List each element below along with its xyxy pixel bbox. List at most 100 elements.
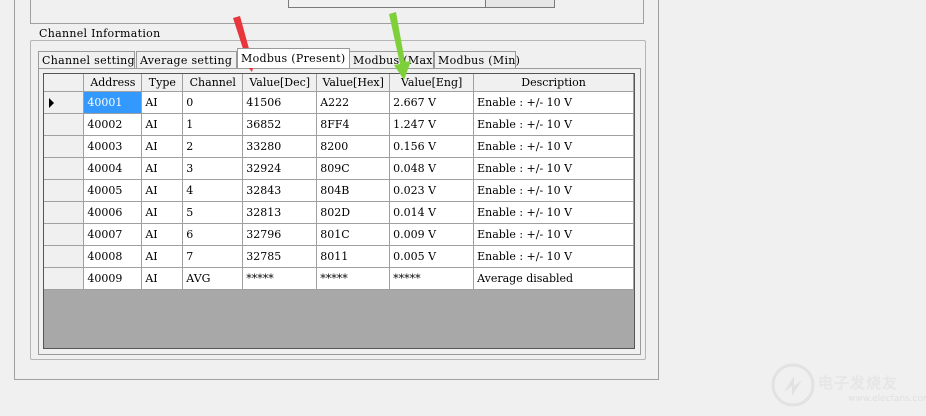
cell-type[interactable]: AI	[141, 113, 184, 136]
cell-value-hex[interactable]: 804B	[316, 179, 391, 202]
cell-type[interactable]: AI	[141, 245, 184, 268]
cell-value-dec[interactable]: *****	[242, 267, 318, 290]
cell-value-eng[interactable]: 0.156 V	[389, 135, 475, 158]
column-header-description[interactable]: Description	[473, 74, 634, 92]
cell-description[interactable]: Average disabled	[473, 267, 634, 290]
cell-value-hex[interactable]: A222	[316, 91, 391, 114]
modbus-data-grid[interactable]: Address Type Channel Value[Dec] Value[He…	[43, 73, 635, 349]
watermark-text: 电子发烧友	[818, 374, 899, 392]
table-row[interactable]: 40006 AI 5 32813 802D 0.014 V Enable : +/- 10 …	[44, 201, 634, 224]
cell-value-dec[interactable]: 36852	[242, 113, 318, 136]
cell-type[interactable]: AI	[141, 223, 184, 246]
cell-value-hex[interactable]: 8FF4	[316, 113, 391, 136]
row-header[interactable]	[44, 113, 85, 136]
cell-value-hex[interactable]: 809C	[316, 157, 391, 180]
table-row[interactable]: 40009 AI AVG ***** ***** ***** Average disable…	[44, 267, 634, 290]
row-header[interactable]	[44, 157, 85, 180]
cell-description[interactable]: Enable : +/- 10 V	[473, 245, 634, 268]
row-header[interactable]	[44, 201, 85, 224]
cell-channel[interactable]: AVG	[182, 267, 244, 290]
table-row[interactable]: 40008 AI 7 32785 8011 0.005 V Enable : +/- 10 …	[44, 245, 634, 268]
cell-value-dec[interactable]: 32924	[242, 157, 318, 180]
cell-address[interactable]: 40003	[83, 135, 143, 158]
tab-average-setting[interactable]: Average setting	[136, 51, 237, 68]
cell-type[interactable]: AI	[141, 91, 184, 114]
cell-channel[interactable]: 0	[182, 91, 244, 114]
cell-channel[interactable]: 6	[182, 223, 244, 246]
column-header-value-hex[interactable]: Value[Hex]	[316, 74, 391, 92]
cell-channel[interactable]: 5	[182, 201, 244, 224]
cell-description[interactable]: Enable : +/- 10 V	[473, 113, 634, 136]
cell-description[interactable]: Enable : +/- 10 V	[473, 135, 634, 158]
cell-address[interactable]: 40008	[83, 245, 143, 268]
cell-value-hex[interactable]: 802D	[316, 201, 391, 224]
row-header[interactable]	[44, 223, 85, 246]
cell-type[interactable]: AI	[141, 157, 184, 180]
table-row[interactable]: 40004 AI 3 32924 809C 0.048 V Enable : +/- 10 …	[44, 157, 634, 180]
cell-value-dec[interactable]: 33280	[242, 135, 318, 158]
table-row[interactable]: 40002 AI 1 36852 8FF4 1.247 V Enable : +/- 10 …	[44, 113, 634, 136]
cell-address[interactable]: 40009	[83, 267, 143, 290]
cell-address[interactable]: 40007	[83, 223, 143, 246]
green-annotation-arrow	[389, 12, 411, 80]
cell-value-dec[interactable]: 32813	[242, 201, 318, 224]
cell-address[interactable]: 40006	[83, 201, 143, 224]
cell-value-dec[interactable]: 41506	[242, 91, 318, 114]
cell-value-hex[interactable]: 8200	[316, 135, 391, 158]
cell-value-eng[interactable]: 0.048 V	[389, 157, 475, 180]
cell-value-eng[interactable]: 0.005 V	[389, 245, 475, 268]
cell-channel[interactable]: 1	[182, 113, 244, 136]
column-header-channel[interactable]: Channel	[182, 74, 244, 92]
row-header[interactable]	[44, 267, 85, 290]
column-header-type[interactable]: Type	[141, 74, 184, 92]
cell-value-eng[interactable]: 1.247 V	[389, 113, 475, 136]
cell-type[interactable]: AI	[141, 201, 184, 224]
table-row[interactable]: 40003 AI 2 33280 8200 0.156 V Enable : +/- 10 …	[44, 135, 634, 158]
cell-address[interactable]: 40004	[83, 157, 143, 180]
cell-type[interactable]: AI	[141, 179, 184, 202]
row-header[interactable]	[44, 135, 85, 158]
cell-address[interactable]: 40005	[83, 179, 143, 202]
top-button[interactable]	[485, 0, 555, 8]
cell-channel[interactable]: 3	[182, 157, 244, 180]
cell-description[interactable]: Enable : +/- 10 V	[473, 223, 634, 246]
cell-description[interactable]: Enable : +/- 10 V	[473, 91, 634, 114]
top-input-field[interactable]	[288, 0, 487, 8]
group-title: Channel Information	[36, 27, 164, 40]
cell-channel[interactable]: 7	[182, 245, 244, 268]
cell-value-dec[interactable]: 32785	[242, 245, 318, 268]
cell-value-dec[interactable]: 32843	[242, 179, 318, 202]
cell-value-eng[interactable]: *****	[389, 267, 475, 290]
cell-value-eng[interactable]: 0.014 V	[389, 201, 475, 224]
cell-description[interactable]: Enable : +/- 10 V	[473, 157, 634, 180]
cell-description[interactable]: Enable : +/- 10 V	[473, 179, 634, 202]
column-header-address[interactable]: Address	[83, 74, 143, 92]
cell-type[interactable]: AI	[141, 267, 184, 290]
cell-value-hex[interactable]: 8011	[316, 245, 391, 268]
cell-address[interactable]: 40001	[83, 91, 143, 114]
cell-value-eng[interactable]: 0.009 V	[389, 223, 475, 246]
cell-value-eng[interactable]: 0.023 V	[389, 179, 475, 202]
green-arrow-shape	[389, 12, 411, 80]
cell-value-dec[interactable]: 32796	[242, 223, 318, 246]
column-header-value-dec[interactable]: Value[Dec]	[242, 74, 318, 92]
row-header[interactable]	[44, 91, 85, 114]
header-corner	[44, 74, 85, 92]
cell-channel[interactable]: 2	[182, 135, 244, 158]
cell-description[interactable]: Enable : +/- 10 V	[473, 201, 634, 224]
cell-channel[interactable]: 4	[182, 179, 244, 202]
table-row[interactable]: 40005 AI 4 32843 804B 0.023 V Enable : +/- 10 …	[44, 179, 634, 202]
table-body: 40001 AI 0 41506 A222 2.667 V Enable : +/- 10 …	[44, 91, 634, 290]
tab-channel-setting[interactable]: Channel setting	[38, 51, 135, 68]
cell-address[interactable]: 40002	[83, 113, 143, 136]
tab-modbus-min[interactable]: Modbus (Min)	[434, 51, 520, 68]
table-row[interactable]: 40007 AI 6 32796 801C 0.009 V Enable : +/- 10 …	[44, 223, 634, 246]
cell-value-hex[interactable]: 801C	[316, 223, 391, 246]
table-row[interactable]: 40001 AI 0 41506 A222 2.667 V Enable : +/- 10 …	[44, 91, 634, 114]
cell-value-eng[interactable]: 2.667 V	[389, 91, 475, 114]
tab-modbus-present[interactable]: Modbus (Present)	[237, 48, 350, 68]
cell-value-hex[interactable]: *****	[316, 267, 391, 290]
row-header[interactable]	[44, 179, 85, 202]
row-header[interactable]	[44, 245, 85, 268]
cell-type[interactable]: AI	[141, 135, 184, 158]
